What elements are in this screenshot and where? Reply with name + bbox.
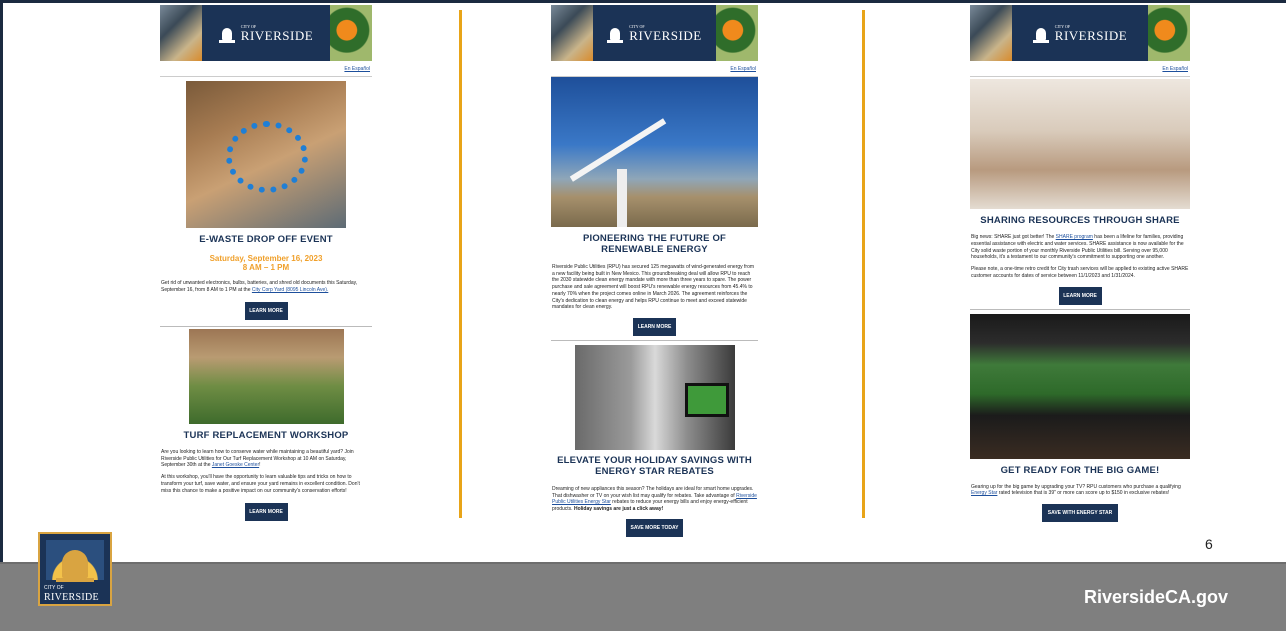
page-number: 6 xyxy=(1205,536,1213,552)
column-divider xyxy=(862,10,865,518)
ewaste-photo xyxy=(186,81,346,228)
share-title: SHARING RESOURCES THROUGH SHARE xyxy=(980,215,1180,226)
bell-base xyxy=(56,578,94,582)
city-seal-logo: CITY OF RIVERSIDE xyxy=(38,532,112,606)
corp-yard-link[interactable]: City Corp Yard (8095 Lincoln Ave). xyxy=(252,287,328,293)
turf-learn-more-button[interactable]: LEARN MORE xyxy=(244,503,288,522)
slide: CITY OF RIVERSIDE En Español E-WASTE DROP… xyxy=(0,0,1286,631)
espanol-link[interactable]: En Español xyxy=(551,61,758,77)
newsletter-column-2: CITY OF RIVERSIDE En Español PIONEERING T… xyxy=(551,5,758,537)
holiday-savings-title: ELEVATE YOUR HOLIDAY SAVINGS WITH ENERGY… xyxy=(557,455,752,478)
newsletter-column-3: CITY OF RIVERSIDE En Español SHARING RESO… xyxy=(970,5,1190,522)
newsletter-banner: CITY OF RIVERSIDE xyxy=(160,5,372,61)
newsletter-banner: CITY OF RIVERSIDE xyxy=(970,5,1190,61)
family-photo xyxy=(970,79,1190,209)
share-description-1: Big news: SHARE just got better! The SHA… xyxy=(971,234,1184,261)
city-logo-text: CITY OF RIVERSIDE xyxy=(629,23,702,43)
save-with-energy-star-button[interactable]: SAVE WITH ENERGY STAR xyxy=(1042,504,1118,522)
slide-left-border xyxy=(0,0,3,631)
ewaste-title: E-WASTE DROP OFF EVENT xyxy=(199,234,333,245)
banner-photo-right xyxy=(330,5,372,61)
banner-photo-left xyxy=(160,5,202,61)
turf-description-1: Are you looking to learn how to conserve… xyxy=(161,448,354,469)
banner-photo-left xyxy=(551,5,593,61)
city-logo: CITY OF RIVERSIDE xyxy=(202,5,330,61)
big-game-description: Gearing up for the big game by upgrading… xyxy=(971,483,1181,497)
espanol-link[interactable]: En Español xyxy=(160,61,372,77)
renewable-learn-more-button[interactable]: LEARN MORE xyxy=(633,318,676,337)
banner-photo-right xyxy=(1148,5,1190,61)
section-separator xyxy=(160,325,372,327)
share-description-2: Please note, a one-time retro credit for… xyxy=(971,266,1189,279)
appliances-photo xyxy=(574,345,735,451)
slide-top-border xyxy=(0,0,1286,3)
espanol-link[interactable]: En Español xyxy=(970,61,1190,77)
renewable-title: PIONEERING THE FUTURE OF RENEWABLE ENERG… xyxy=(582,233,727,256)
seal-city-of: CITY OF xyxy=(44,585,64,591)
newsletter-column-1: CITY OF RIVERSIDE En Español E-WASTE DROP… xyxy=(160,5,372,522)
janet-goeske-link[interactable]: Janet Goeske Center xyxy=(212,462,259,468)
newsletter-banner: CITY OF RIVERSIDE xyxy=(551,5,758,61)
banner-photo-right xyxy=(716,5,758,61)
ewaste-date: Saturday, September 16, 2023 8 AM – 1 PM xyxy=(209,254,323,273)
city-logo: CITY OF RIVERSIDE xyxy=(1012,5,1148,61)
website-url[interactable]: RiversideCA.gov xyxy=(1084,587,1228,608)
share-learn-more-button[interactable]: LEARN MORE xyxy=(1058,286,1102,305)
city-logo-text: CITY OF RIVERSIDE xyxy=(240,23,314,43)
wind-turbine-photo xyxy=(551,77,758,227)
bell-icon xyxy=(1032,23,1049,43)
share-program-link[interactable]: SHARE program xyxy=(1056,234,1093,240)
save-more-today-button[interactable]: SAVE MORE TODAY xyxy=(626,518,683,537)
energy-star-link[interactable]: Energy Star xyxy=(971,490,997,496)
section-separator xyxy=(551,340,758,342)
turf-title: TURF REPLACEMENT WORKSHOP xyxy=(183,429,349,441)
bell-icon xyxy=(218,23,235,43)
bell-icon xyxy=(607,23,624,43)
turf-photo xyxy=(188,328,344,424)
renewable-description: Riverside Public Utilities (RPU) has sec… xyxy=(552,263,755,311)
city-logo-text: CITY OF RIVERSIDE xyxy=(1054,23,1128,43)
tv-football-photo xyxy=(970,313,1190,459)
banner-photo-left xyxy=(970,5,1012,61)
ewaste-learn-more-button[interactable]: LEARN MORE xyxy=(244,301,288,320)
turf-description-2: At this workshop, you'll have the opport… xyxy=(161,474,360,494)
ewaste-description: Get rid of unwanted electronics, bulbs, … xyxy=(161,280,358,294)
section-separator xyxy=(970,308,1190,310)
seal-city-name: RIVERSIDE xyxy=(44,592,99,603)
city-logo: CITY OF RIVERSIDE xyxy=(593,5,716,61)
holiday-savings-description: Dreaming of new appliances this season? … xyxy=(552,485,757,513)
column-divider xyxy=(459,10,462,518)
bell-icon xyxy=(62,550,88,578)
big-game-title: GET READY FOR THE BIG GAME! xyxy=(1000,464,1160,476)
